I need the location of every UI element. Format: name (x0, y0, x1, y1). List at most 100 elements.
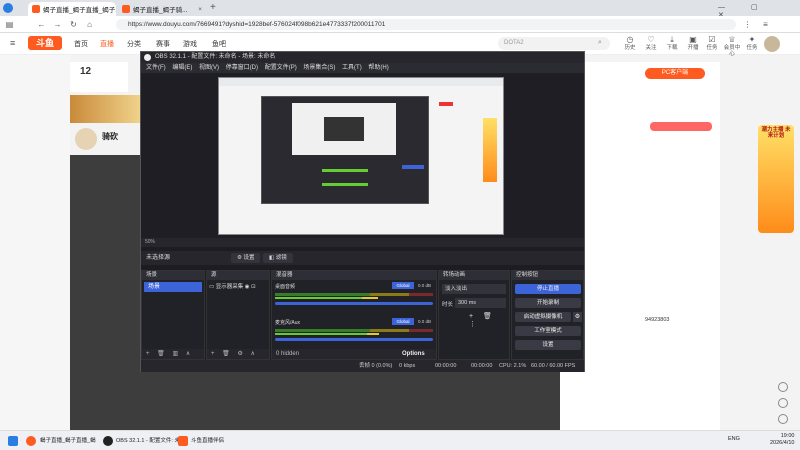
crown-icon: ♕ (728, 35, 736, 44)
sources-toolbar[interactable]: + 🗑 ⚙ ∧ ∨ (207, 349, 269, 367)
visibility-icon[interactable]: ◉ (245, 284, 250, 290)
volume-slider[interactable] (275, 302, 433, 305)
mixer-dock: 混音器 桌面音频 Global 0.0 dB 麦克风/Aux Global 0.… (271, 270, 437, 360)
menu-help[interactable]: 帮助(H) (368, 65, 388, 71)
nav-category[interactable]: 分类 (127, 39, 141, 49)
clock[interactable]: 19:00 2026/4/10 (770, 433, 794, 447)
streamer-banner[interactable] (70, 95, 140, 123)
douyu-favicon-icon (32, 5, 40, 13)
scroll-top-icon[interactable] (778, 414, 788, 424)
menu-icon[interactable]: ≡ (760, 19, 771, 30)
menu-scene-collection[interactable]: 场景集合(S) (303, 65, 335, 71)
taskbar-item-obs[interactable]: OBS 32.1.1 - 配置文件: 未 (116, 436, 180, 444)
new-tab-button[interactable]: + (210, 2, 216, 13)
transition-select[interactable]: 淡入淡出 (442, 284, 506, 294)
start-icon[interactable] (8, 436, 18, 446)
dock-title: 控制按钮 (512, 271, 583, 280)
settings-icon[interactable] (778, 382, 788, 392)
nav-live[interactable]: 直播 (100, 39, 114, 49)
forward-icon[interactable]: → (52, 19, 63, 30)
nested-preview (292, 103, 396, 155)
go-live-button[interactable]: ▣ 开播 (683, 35, 703, 51)
menu-profile[interactable]: 配置文件(P) (265, 65, 297, 71)
obs-preview[interactable] (141, 73, 584, 238)
no-source-label: 未选择源 (146, 255, 171, 261)
vip-center-button[interactable]: ♕ 会员中心 (722, 35, 742, 57)
douyu-favicon-icon (122, 5, 130, 13)
close-tab-icon[interactable]: × (198, 6, 202, 13)
task-button-2[interactable]: ✦ 任务 (742, 35, 762, 51)
menu-edit[interactable]: 编辑(E) (172, 65, 192, 71)
menu-file[interactable]: 文件(F) (146, 65, 166, 71)
browser-taskbar-icon[interactable] (26, 436, 36, 446)
menu-tools[interactable]: 工具(T) (342, 65, 362, 71)
nav-games[interactable]: 游戏 (183, 39, 197, 49)
scene-item[interactable]: 场景 (144, 282, 202, 292)
search-icon[interactable]: ⌕ (598, 39, 602, 47)
back-icon[interactable]: ← (36, 19, 47, 30)
avatar[interactable] (764, 36, 780, 52)
nested-stop-button (402, 165, 424, 169)
obs-taskbar-icon[interactable] (103, 436, 113, 446)
sources-dock: 源 ▭ 显示器采集 ◉ ⊡ + 🗑 ⚙ ∧ ∨ (206, 270, 270, 367)
nav-fishbar[interactable]: 鱼吧 (212, 39, 226, 49)
mixer-channel-mic: 麦克风/Aux (275, 320, 301, 326)
scenes-toolbar[interactable]: + 🗑 ▥ ∧ ∨ (142, 349, 204, 367)
promo-sidebar[interactable]: 潮力主播 未来计划 (718, 100, 800, 240)
volume-meter (275, 293, 433, 299)
home-icon[interactable]: ⌂ (84, 19, 95, 30)
dock-title: 混音器 (272, 271, 436, 280)
obs-zoom-bar[interactable]: 50% (141, 238, 584, 247)
source-properties-button[interactable]: ⚙ 设置 (231, 253, 261, 263)
refresh-icon[interactable]: ↻ (68, 19, 79, 30)
tab-douyu-2[interactable]: 蝎子直播_蝎子骑... × (118, 2, 206, 16)
source-filters-button[interactable]: ◧ 滤镜 (263, 253, 293, 263)
clock-date: 2026/4/10 (770, 440, 795, 447)
source-item[interactable]: ▭ 显示器采集 ◉ ⊡ (209, 283, 267, 292)
promo-text: 潮力主播 未来计划 (761, 127, 791, 140)
streamer-avatar[interactable] (75, 128, 97, 150)
menu-icon[interactable]: ≡ (10, 38, 15, 48)
obs-window: OBS 32.1.1 - 配置文件: 未命名 - 场景: 未命名 文件(F) 编… (140, 51, 585, 372)
refresh-float-icon[interactable] (778, 398, 788, 408)
tab-douyu-1[interactable]: 蝎子直播_蝎子直播_蝎子... × (28, 2, 116, 16)
stop-streaming-button[interactable]: 停止直播 (515, 284, 581, 294)
extensions-icon[interactable]: ⋮ (742, 19, 753, 30)
dock-title: 转场动画 (439, 271, 509, 280)
site-logo[interactable]: 斗鱼 (28, 36, 62, 50)
promo-banner[interactable] (758, 125, 794, 233)
browser-logo-icon[interactable] (3, 3, 13, 13)
download-button[interactable]: ⤓ 下载 (662, 35, 682, 51)
nav-home[interactable]: 首页 (74, 39, 88, 49)
nav-events[interactable]: 赛事 (156, 39, 170, 49)
taskbar-item-companion[interactable]: 斗鱼直播伴侣 (191, 436, 224, 444)
settings-button[interactable]: 设置 (515, 340, 581, 350)
address-bar-row: ▤ ← → ↻ ⌂ https://www.douyu.com/7669491?… (0, 16, 800, 33)
dock-title: 场景 (142, 271, 204, 280)
mixer-options-button[interactable]: Options (402, 349, 425, 359)
menu-docks[interactable]: 停靠窗口(D) (226, 65, 258, 71)
history-button[interactable]: ◷ 历史 (620, 35, 640, 51)
sidebar-toggle-icon[interactable]: ▤ (4, 19, 15, 30)
transition-toolbar[interactable]: + 🗑 ⋮ (469, 312, 509, 328)
url-input[interactable]: https://www.douyu.com/7669491?dyshid=192… (116, 19, 736, 30)
controls-dock: 控制按钮 停止直播 开始录制 启动虚拟摄像机 ⚙ 工作室模式 设置 (511, 270, 584, 360)
virtual-camera-settings-icon[interactable]: ⚙ (573, 312, 582, 322)
lock-icon[interactable]: ⊡ (251, 284, 256, 290)
start-recording-button[interactable]: 开始录制 (515, 298, 581, 308)
promo-button[interactable] (650, 122, 712, 131)
search-input[interactable]: DOTA2 (498, 37, 610, 50)
start-virtual-camera-button[interactable]: 启动虚拟摄像机 (515, 312, 571, 322)
mixer-toolbar: 0 hidden Options (272, 349, 436, 359)
duration-input[interactable]: 300 ms (455, 298, 506, 308)
douyu-companion-icon[interactable] (178, 436, 188, 446)
menu-view[interactable]: 视图(V) (199, 65, 219, 71)
follow-button[interactable]: ♡ 关注 (641, 35, 661, 51)
pc-client-button[interactable]: PC客户端 (645, 68, 705, 79)
studio-mode-button[interactable]: 工作室模式 (515, 326, 581, 336)
task-button[interactable]: ☑ 任务 (702, 35, 722, 51)
clock-time: 19:00 (780, 433, 795, 439)
taskbar-item-browser[interactable]: 蝎子直播_蝎子直播_蝎 (40, 436, 96, 444)
input-language[interactable]: ENG (728, 436, 740, 442)
volume-slider[interactable] (275, 338, 433, 341)
